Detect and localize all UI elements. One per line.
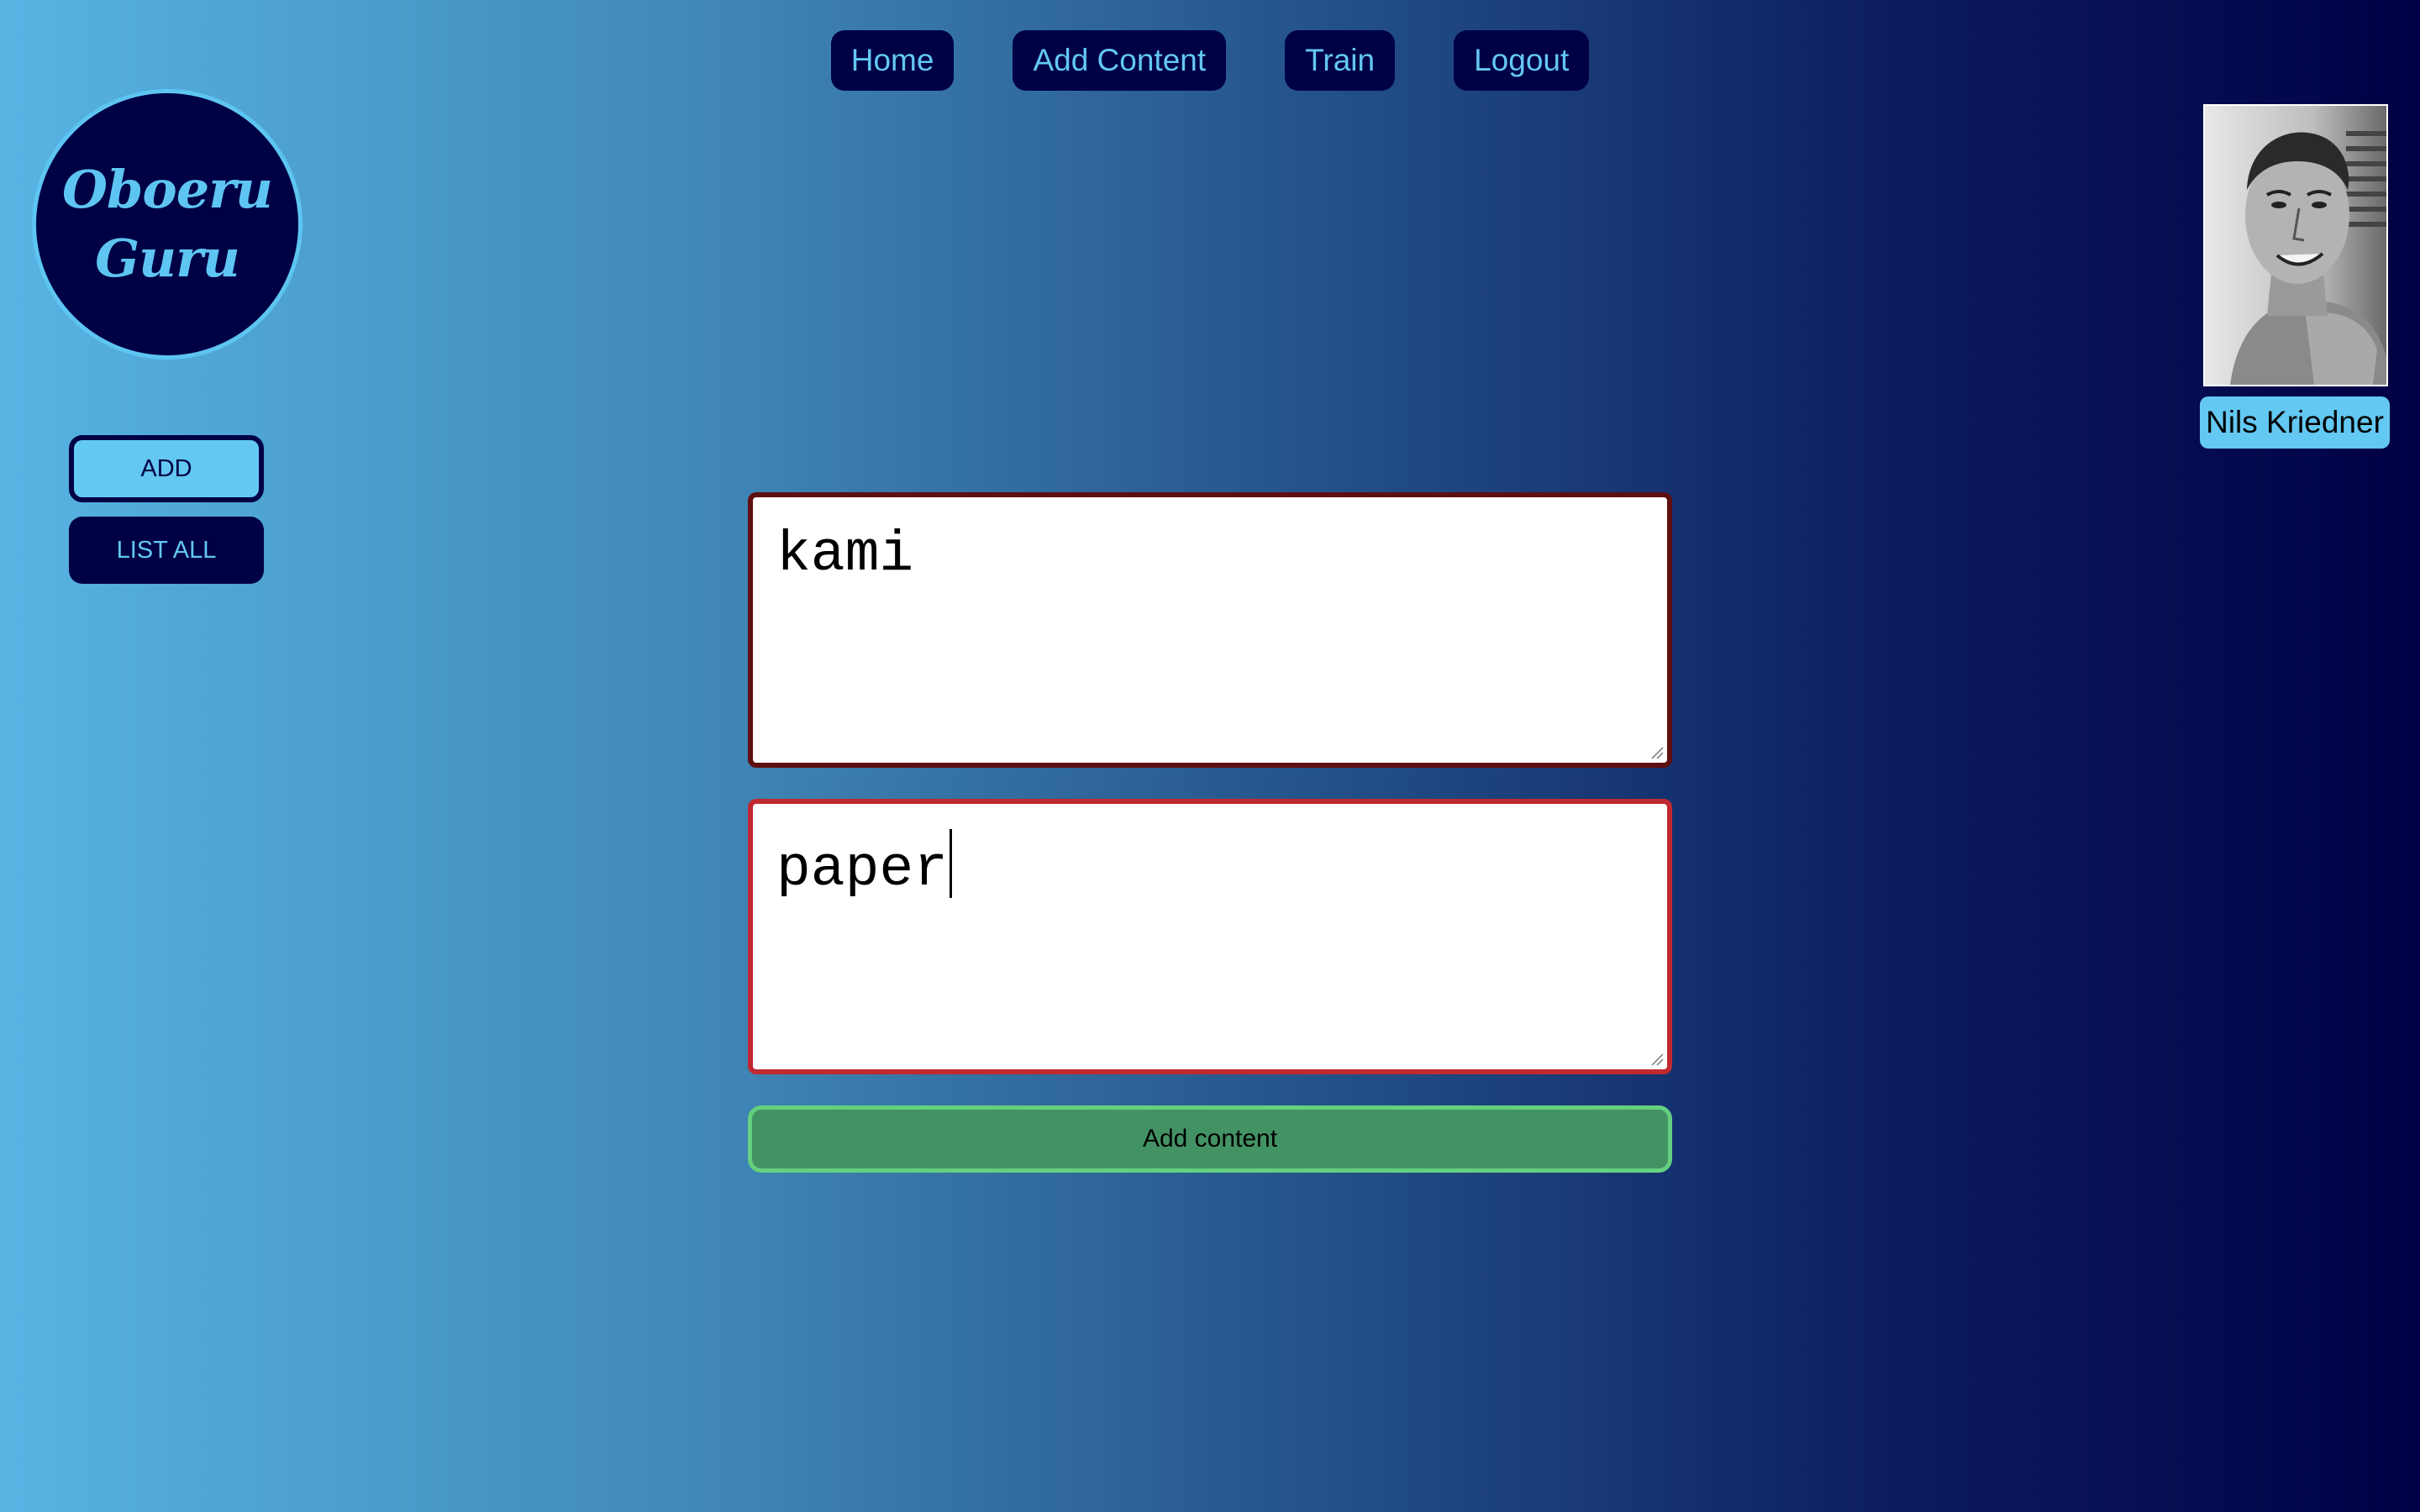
front-textarea-value: kami	[776, 522, 914, 587]
user-avatar	[2203, 104, 2388, 386]
resize-grip-icon[interactable]	[1647, 1049, 1664, 1066]
nav-logout-link[interactable]: Logout	[1454, 30, 1590, 91]
top-nav: Home Add Content Train Logout	[0, 30, 2420, 91]
user-name-badge: Nils Kriedner	[2200, 396, 2390, 449]
back-textarea-value: paper	[776, 837, 949, 902]
add-button[interactable]: ADD	[69, 435, 264, 502]
text-caret	[950, 829, 953, 898]
resize-grip-icon[interactable]	[1647, 743, 1664, 759]
back-textarea[interactable]: paper	[748, 799, 1672, 1074]
app-logo: Oboeru Guru	[32, 89, 302, 360]
list-all-button[interactable]: LIST ALL	[69, 517, 264, 584]
nav-train-link[interactable]: Train	[1285, 30, 1396, 91]
user-photo-icon	[2205, 106, 2386, 385]
front-textarea[interactable]: kami	[748, 492, 1672, 768]
add-content-button[interactable]: Add content	[748, 1105, 1672, 1173]
nav-home-link[interactable]: Home	[830, 30, 955, 91]
logo-text: Oboeru Guru	[62, 159, 273, 289]
nav-add-content-link[interactable]: Add Content	[1013, 30, 1227, 91]
